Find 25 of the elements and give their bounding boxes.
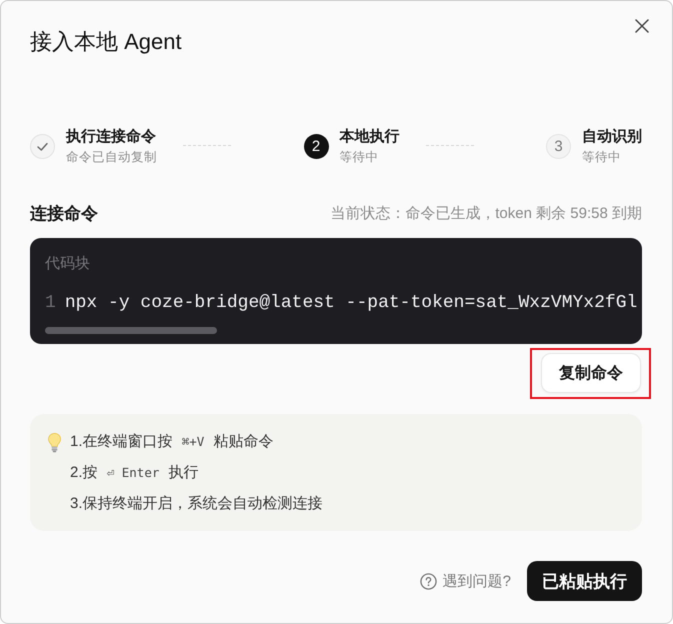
step-number: 2 <box>304 134 328 158</box>
tip-text: 3.保持终端开启，系统会自动检测连接 <box>70 494 323 514</box>
tip-text: 1.在终端窗口按 ⌘+V 粘贴命令 <box>70 432 274 452</box>
code-block-label: 代码块 <box>45 254 90 274</box>
step-subtitle: 等待中 <box>340 149 380 165</box>
help-link[interactable]: 遇到问题? <box>420 572 511 590</box>
step-title: 自动识别 <box>582 127 642 146</box>
dialog-title: 接入本地 Agent <box>30 28 182 56</box>
pasted-run-button[interactable]: 已粘贴执行 <box>527 561 642 601</box>
section-title: 连接命令 <box>30 203 98 225</box>
status-text: 当前状态：命令已生成，token 剩余 59:58 到期 <box>330 204 642 224</box>
step-title: 执行连接命令 <box>66 127 157 146</box>
step-number: 3 <box>546 134 571 158</box>
step-title: 本地执行 <box>340 127 400 146</box>
lightbulb-icon <box>47 432 62 453</box>
help-icon <box>420 572 437 590</box>
step-subtitle: 等待中 <box>582 149 622 165</box>
close-button[interactable] <box>635 19 649 33</box>
close-icon <box>635 19 649 33</box>
scrollbar-thumb[interactable] <box>45 327 217 334</box>
code-text: npx -y coze-bridge@latest --pat-token=sat_WxzVMYx2fGl <box>64 292 638 315</box>
line-number: 1 <box>45 292 56 315</box>
step-subtitle: 命令已自动复制 <box>66 149 157 165</box>
tip-text: 2.按 ⏎ Enter 执行 <box>70 463 200 483</box>
copy-command-button[interactable]: 复制命令 <box>541 353 641 393</box>
